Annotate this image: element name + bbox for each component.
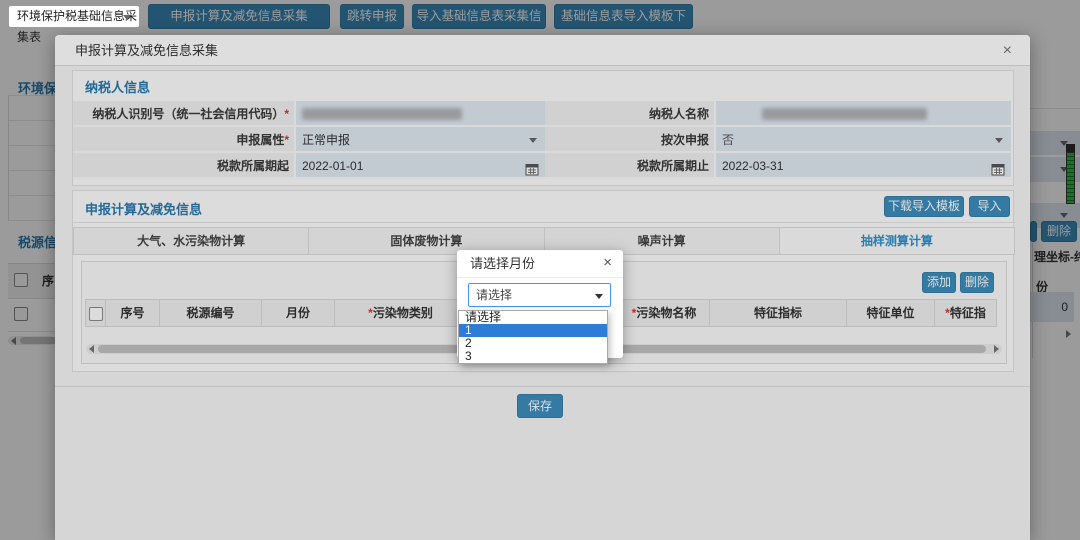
form-type-select[interactable]: 环境保护税基础信息采集表 bbox=[8, 5, 140, 28]
month-option[interactable]: 请选择 bbox=[459, 311, 607, 324]
month-select[interactable]: 请选择 bbox=[468, 283, 611, 307]
month-dialog-title: 请选择月份 bbox=[470, 250, 535, 277]
close-icon[interactable]: × bbox=[603, 250, 612, 276]
month-dialog-header: 请选择月份 × bbox=[457, 250, 623, 278]
month-select-value: 请选择 bbox=[476, 288, 512, 302]
chevron-down-icon bbox=[595, 294, 603, 299]
month-option-selected[interactable]: 1 bbox=[459, 324, 607, 337]
chevron-down-icon bbox=[123, 15, 131, 20]
month-option[interactable]: 3 bbox=[459, 350, 607, 363]
screen: 申报计算及减免信息采集 跳转申报 导入基础信息表采集信息 基础信息表导入模板下载… bbox=[0, 0, 1080, 540]
month-option[interactable]: 2 bbox=[459, 337, 607, 350]
month-option-list: 请选择 1 2 3 bbox=[458, 310, 608, 364]
